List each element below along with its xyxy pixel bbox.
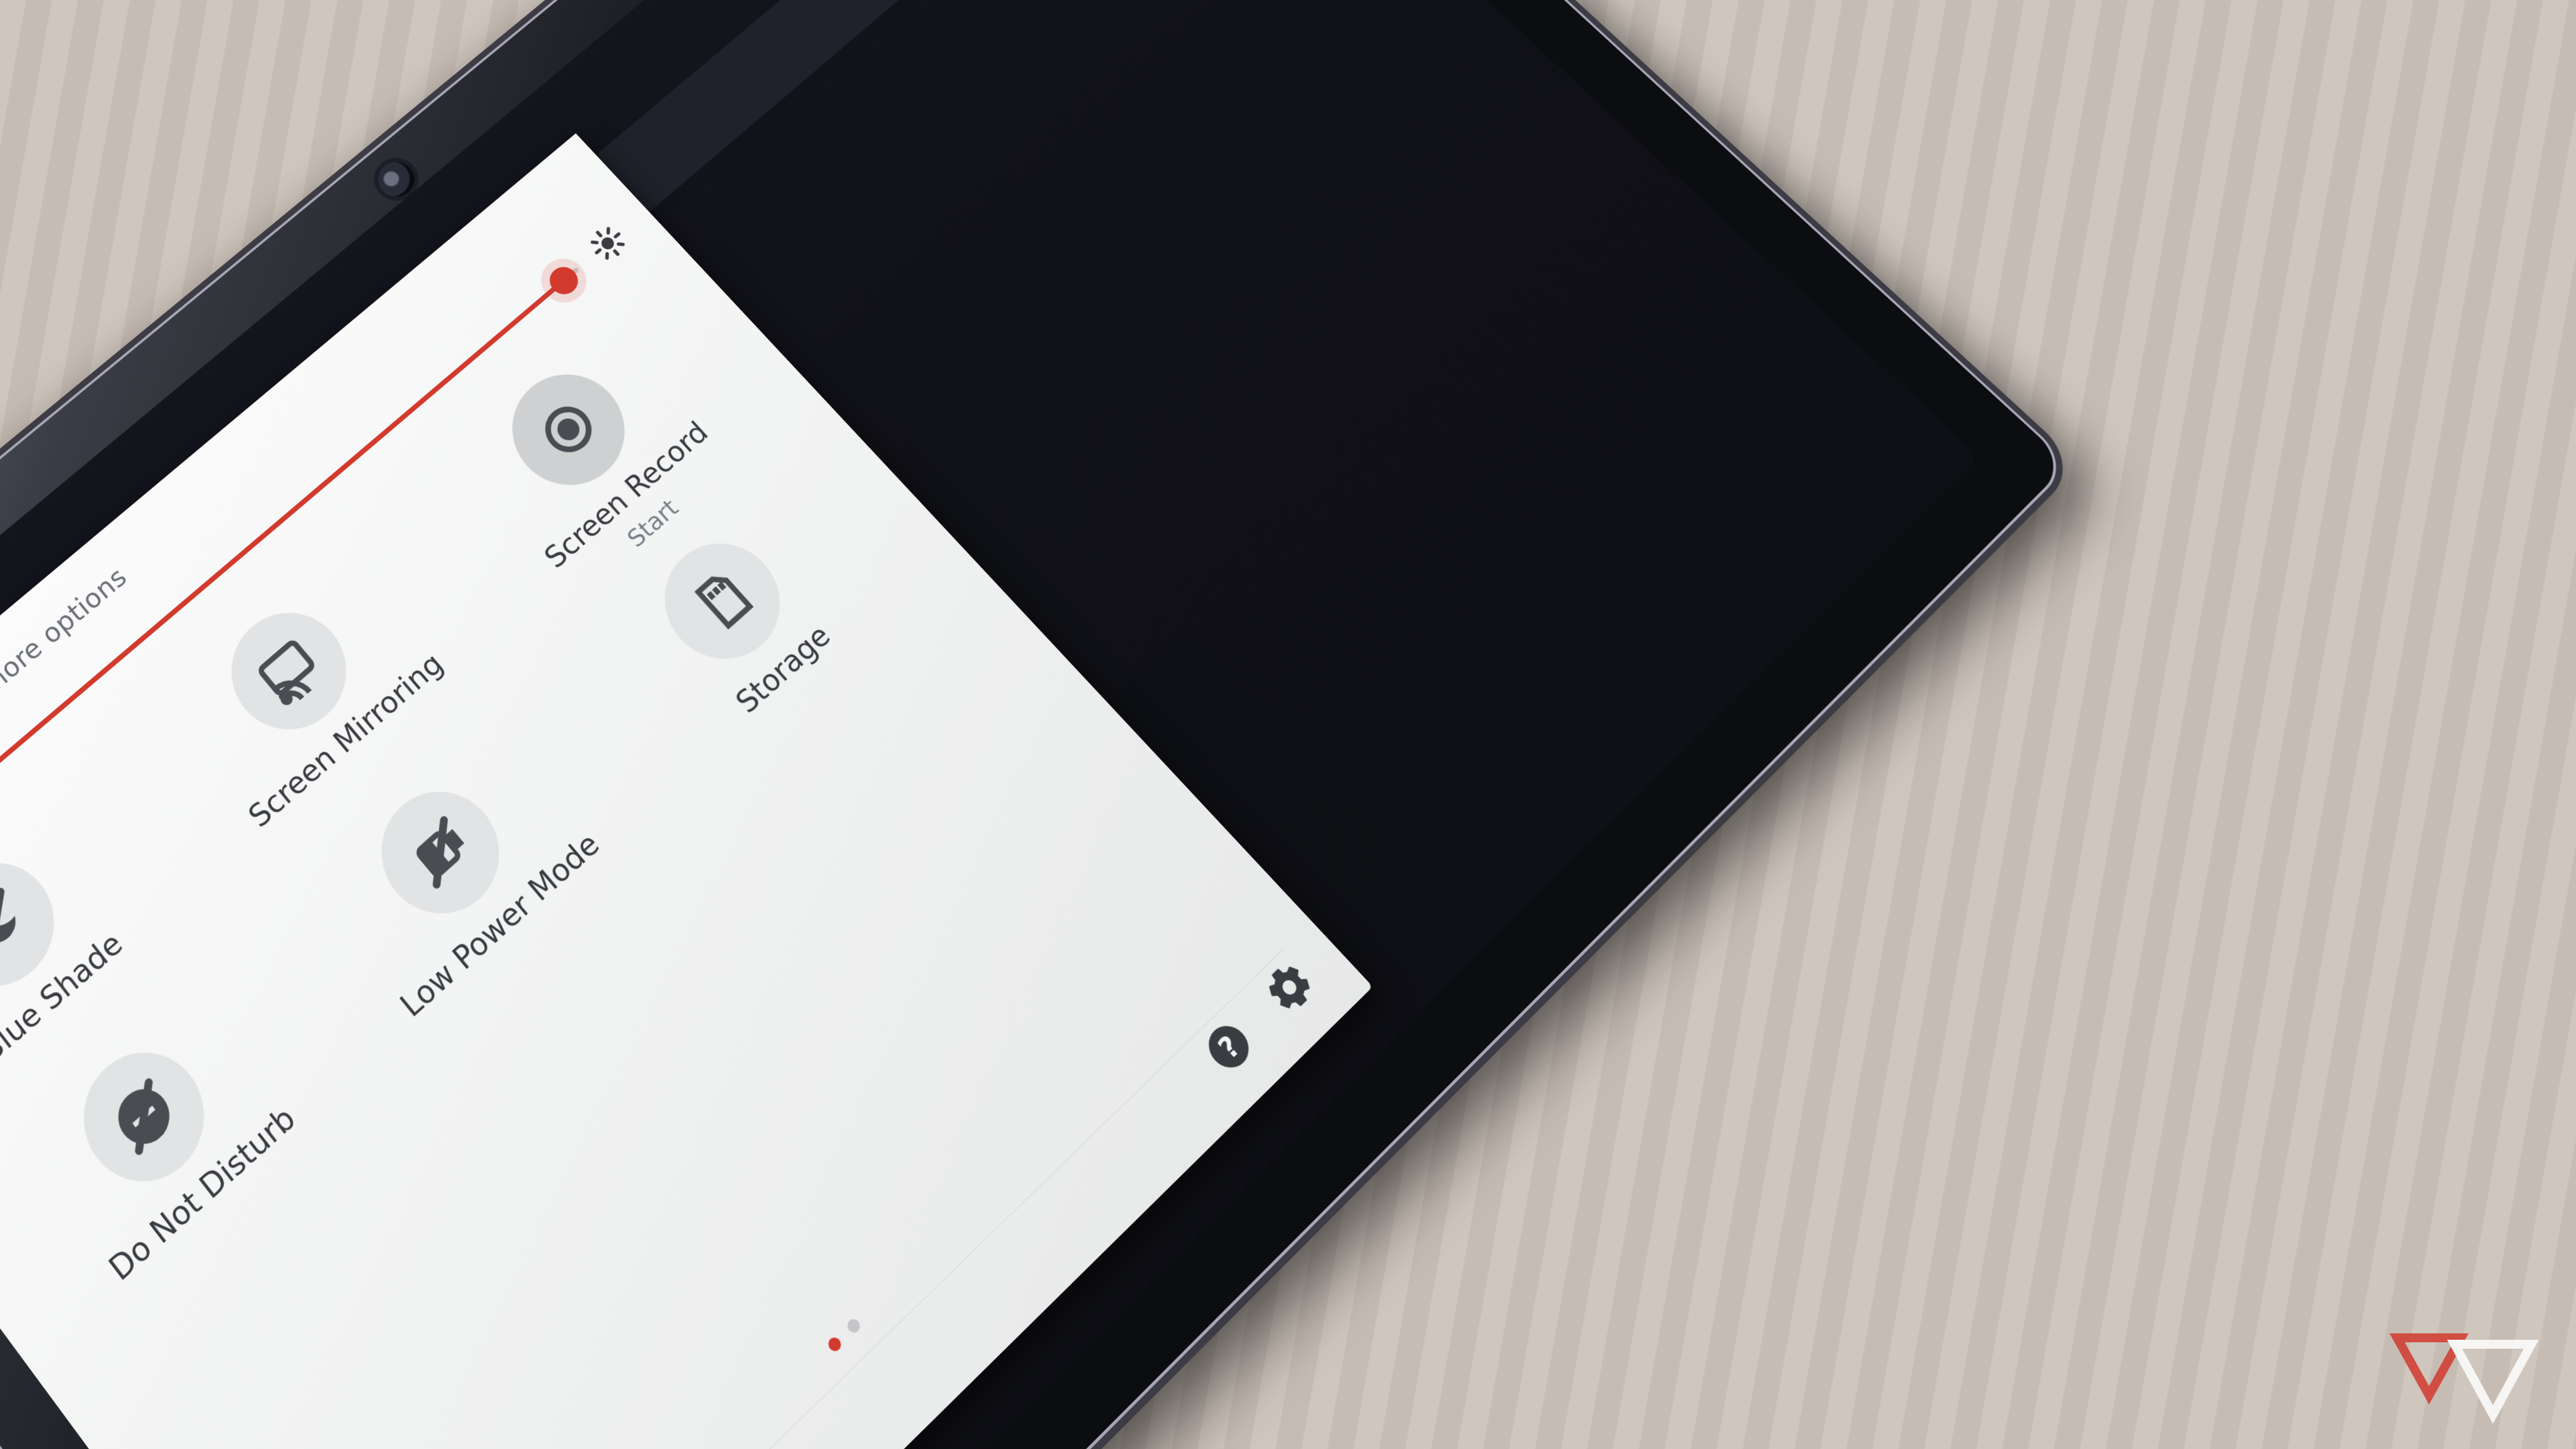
page-dot[interactable] (825, 1335, 843, 1354)
site-watermark (2384, 1325, 2550, 1430)
brightness-high-icon (583, 220, 632, 267)
page-dot[interactable] (845, 1317, 862, 1336)
scene-photo: ▦Apps ▶Prime Video kidsAmazon Kids huluH… (0, 0, 2576, 1449)
help-icon[interactable]: ? (1195, 1012, 1264, 1084)
tablet-screen: ▦Apps ▶Prime Video kidsAmazon Kids huluH… (0, 0, 1979, 1449)
tablet-frame: ▦Apps ▶Prime Video kidsAmazon Kids huluH… (0, 0, 2082, 1449)
gear-icon[interactable] (1256, 953, 1325, 1024)
